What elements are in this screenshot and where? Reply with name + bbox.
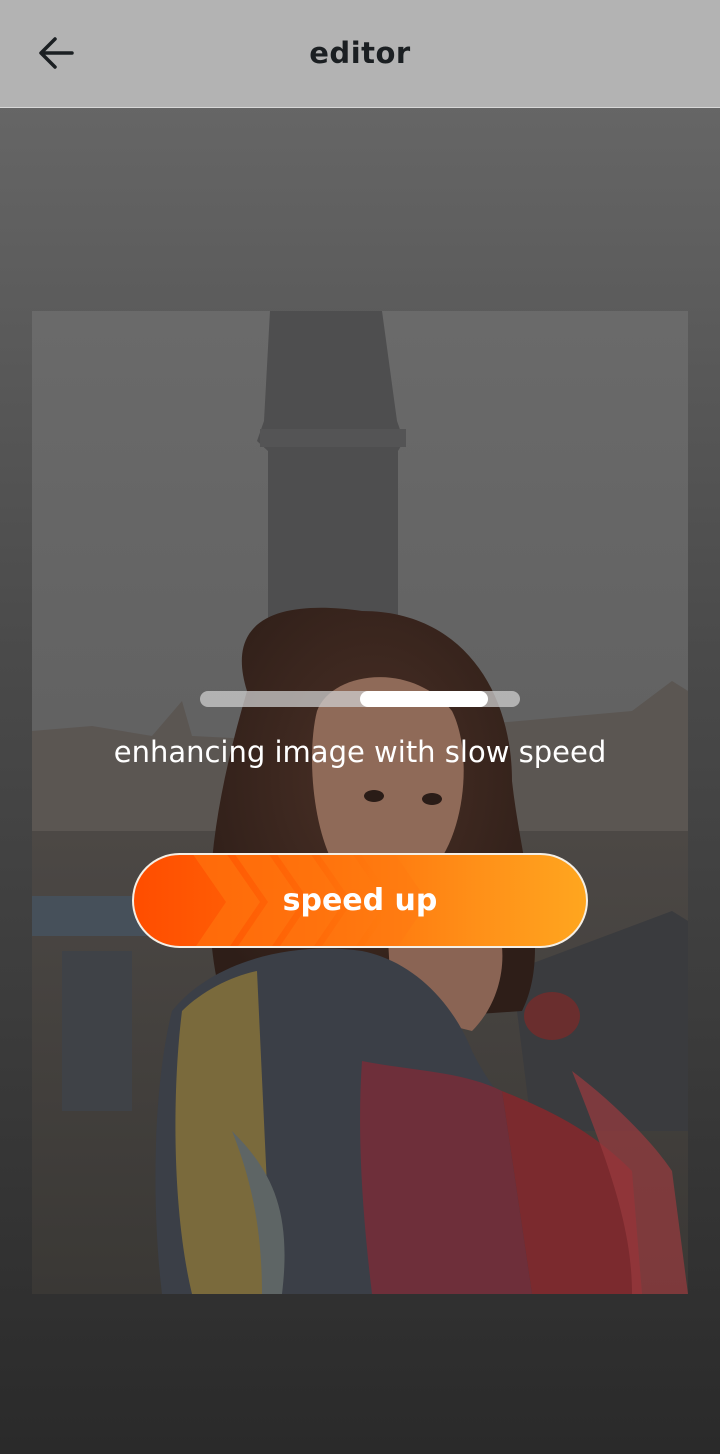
app-header: editor [0, 0, 720, 108]
enhance-progress-bar [200, 691, 520, 707]
speed-up-label: speed up [282, 883, 438, 918]
photo-image [32, 311, 688, 1294]
enhance-progress-indicator [360, 691, 488, 707]
speed-up-button[interactable]: speed up [132, 853, 588, 948]
photo-preview [32, 311, 688, 1294]
enhance-status-text: enhancing image with slow speed [113, 735, 607, 769]
page-title: editor [309, 36, 411, 70]
